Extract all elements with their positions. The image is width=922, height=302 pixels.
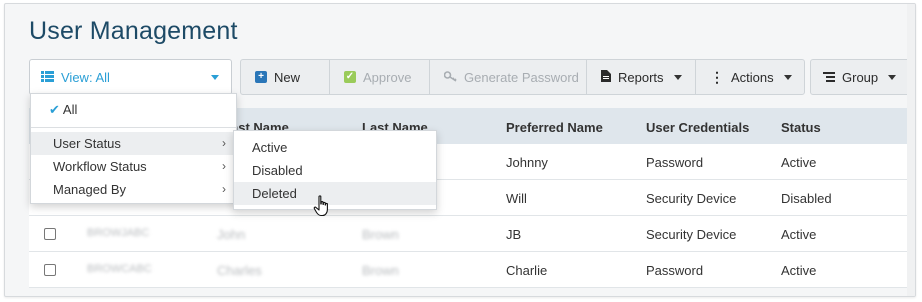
cell-username: BROWCABC <box>87 263 152 275</box>
cell-status: Active <box>781 227 817 242</box>
cell-first-name: John <box>217 227 246 242</box>
view-menu-item-workflow-status[interactable]: Workflow Status › <box>31 155 236 178</box>
chevron-down-icon <box>673 74 682 80</box>
cell-last-name: Brown <box>362 263 399 278</box>
document-icon <box>601 69 611 85</box>
view-menu-item-managed-by[interactable]: Managed By › <box>31 178 236 201</box>
group-button[interactable]: Group <box>810 59 915 95</box>
view-menu-item-label: All <box>62 102 78 117</box>
cell-credentials: Security Device <box>646 191 737 206</box>
submenu-item-active[interactable]: Active <box>234 136 436 159</box>
view-label: View: All <box>61 69 110 85</box>
group-list-icon <box>823 70 835 85</box>
cell-status: Disabled <box>781 191 832 206</box>
menu-divider <box>31 127 236 128</box>
page-title: User Management <box>29 17 238 45</box>
table-row[interactable]: BROWCABC Charles Brown Charlie Password … <box>29 252 915 288</box>
submenu-item-deleted[interactable]: Deleted <box>234 182 436 205</box>
actions-label: Actions <box>731 69 774 85</box>
submenu-item-disabled[interactable]: Disabled <box>234 159 436 182</box>
checkmark-icon: ✔ <box>49 102 60 117</box>
cell-credentials: Password <box>646 155 704 170</box>
cell-status: Active <box>781 263 817 278</box>
approve-label: Approve <box>363 69 412 85</box>
column-header-preferred-name[interactable]: Preferred Name <box>506 120 603 135</box>
scrollbar[interactable] <box>907 4 915 296</box>
new-label: New <box>274 69 301 85</box>
cell-preferred: Will <box>506 191 527 206</box>
reports-label: Reports <box>618 69 664 85</box>
app-window: User Management View: All + New ✓ Approv… <box>4 3 916 297</box>
cell-credentials: Password <box>646 263 704 278</box>
view-menu-item-label: Workflow Status <box>53 159 147 174</box>
view-menu-item-all[interactable]: ✔ All <box>31 98 236 121</box>
check-square-icon: ✓ <box>344 71 356 83</box>
plus-icon: + <box>255 71 267 83</box>
approve-button[interactable]: ✓ Approve <box>330 60 430 94</box>
chevron-down-icon <box>888 74 897 80</box>
group-label: Group <box>842 69 879 85</box>
chevron-down-icon <box>211 75 219 80</box>
generate-password-label: Generate Password <box>464 69 579 85</box>
key-icon <box>443 70 457 85</box>
chevron-right-icon: › <box>222 182 226 196</box>
generate-password-button[interactable]: Generate Password <box>430 60 587 94</box>
cell-username: BROWJABC <box>87 227 150 239</box>
cell-last-name: Brown <box>362 227 399 242</box>
cell-credentials: Security Device <box>646 227 737 242</box>
new-button[interactable]: + New <box>241 60 330 94</box>
user-status-submenu: Active Disabled Deleted <box>233 130 437 210</box>
actions-button[interactable]: ⋮ Actions <box>696 60 804 94</box>
cell-status: Active <box>781 155 817 170</box>
view-dropdown[interactable]: View: All <box>29 59 232 95</box>
row-checkbox[interactable] <box>44 228 56 240</box>
cell-preferred: Johnny <box>506 155 548 170</box>
cell-first-name: Charles <box>217 263 262 278</box>
column-header-status[interactable]: Status <box>781 120 821 135</box>
chevron-right-icon: › <box>222 136 226 150</box>
cell-preferred: Charlie <box>506 263 548 278</box>
view-menu-item-label: User Status <box>53 136 121 151</box>
cell-preferred: JB <box>506 227 522 242</box>
action-toolbar: + New ✓ Approve Generate Password Report… <box>240 59 805 95</box>
chevron-down-icon <box>783 74 792 80</box>
hand-pointer-cursor-icon <box>313 195 331 222</box>
row-checkbox[interactable] <box>44 264 56 276</box>
view-menu: ✔ All User Status › Workflow Status › Man… <box>30 93 237 204</box>
more-vertical-icon: ⋮ <box>710 69 724 85</box>
view-menu-item-user-status[interactable]: User Status › <box>31 132 236 155</box>
table-row[interactable]: BROWJABC John Brown JB Security Device A… <box>29 216 915 252</box>
list-icon <box>41 70 54 85</box>
view-menu-item-label: Managed By <box>53 182 126 197</box>
chevron-right-icon: › <box>222 159 226 173</box>
reports-button[interactable]: Reports <box>587 60 696 94</box>
column-header-user-credentials[interactable]: User Credentials <box>646 120 749 135</box>
